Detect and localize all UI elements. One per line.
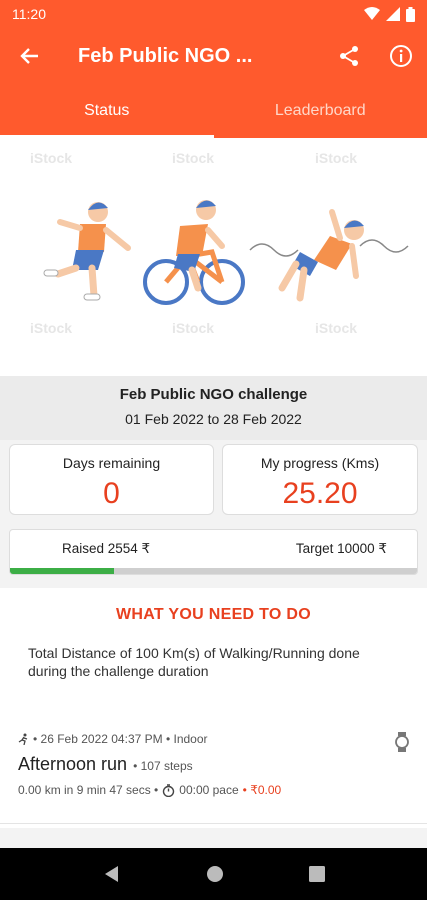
tab-leaderboard[interactable]: Leaderboard: [214, 84, 427, 138]
stopwatch-icon: [163, 783, 175, 797]
challenge-header: Feb Public NGO challenge 01 Feb 2022 to …: [0, 376, 427, 440]
days-remaining-card: Days remaining 0: [9, 444, 214, 515]
tab-status[interactable]: Status: [0, 84, 214, 138]
activity-item[interactable]: • 26 Feb 2022 04:37 PM • Indoor Afternoo…: [0, 726, 427, 824]
challenge-dates: 01 Feb 2022 to 28 Feb 2022: [125, 411, 302, 427]
requirements-heading: WHAT YOU NEED TO DO: [115, 606, 312, 623]
activity-steps: • 107 steps: [133, 759, 193, 773]
runner-figure: [43, 202, 131, 301]
my-progress-card: My progress (Kms) 25.20: [222, 444, 418, 515]
my-progress-value: 25.20: [282, 477, 358, 510]
challenge-banner: iStock iStock iStock iStock iStock iStoc…: [0, 138, 427, 376]
info-icon: [390, 45, 412, 67]
activity-meta: • 26 Feb 2022 04:37 PM • Indoor: [33, 732, 208, 746]
target-amount: Target 10000 ₹: [295, 541, 387, 556]
system-nav-bar: [0, 848, 427, 900]
wifi-icon: [364, 7, 380, 20]
battery-icon: [406, 6, 415, 22]
days-remaining-label: Days remaining: [62, 455, 161, 471]
cyclist-figure: [143, 200, 245, 305]
status-bar: 11:20: [0, 0, 427, 28]
runner-icon: [18, 733, 28, 745]
watch-icon: [395, 732, 409, 752]
page-title: Feb Public NGO ...: [78, 44, 253, 67]
tab-bar: Status Leaderboard: [0, 84, 427, 138]
challenge-name: Feb Public NGO challenge: [119, 386, 308, 403]
swimmer-figure: [249, 209, 409, 302]
nav-recents-icon[interactable]: [308, 866, 325, 882]
activity-amount: • ₹0.00: [242, 783, 282, 797]
activity-illustration: [43, 200, 409, 305]
status-time: 11:20: [12, 6, 46, 22]
share-icon: [340, 46, 358, 66]
nav-home-icon[interactable]: [206, 865, 224, 883]
days-remaining-value: 0: [103, 477, 120, 510]
activity-distance: 0.00 km in 9 min 47 secs •: [18, 783, 159, 797]
nav-back-icon[interactable]: [103, 865, 121, 883]
signal-icon: [386, 7, 400, 21]
back-arrow-icon: [20, 48, 38, 64]
activity-title: Afternoon run: [18, 754, 128, 774]
fundraise-progress-fill: [10, 568, 114, 574]
info-button[interactable]: [375, 44, 427, 68]
app-bar: Feb Public NGO ...: [0, 28, 427, 84]
activity-pace: 00:00 pace: [179, 783, 239, 797]
fundraise-card: Raised 2554 ₹ Target 10000 ₹: [9, 529, 418, 575]
back-button[interactable]: [0, 46, 60, 66]
requirements-description: Total Distance of 100 Km(s) of Walking/R…: [28, 645, 360, 679]
raised-amount: Raised 2554 ₹: [62, 541, 151, 556]
share-button[interactable]: [323, 45, 375, 67]
fundraise-progress-track: [10, 568, 417, 574]
my-progress-label: My progress (Kms): [260, 455, 380, 471]
